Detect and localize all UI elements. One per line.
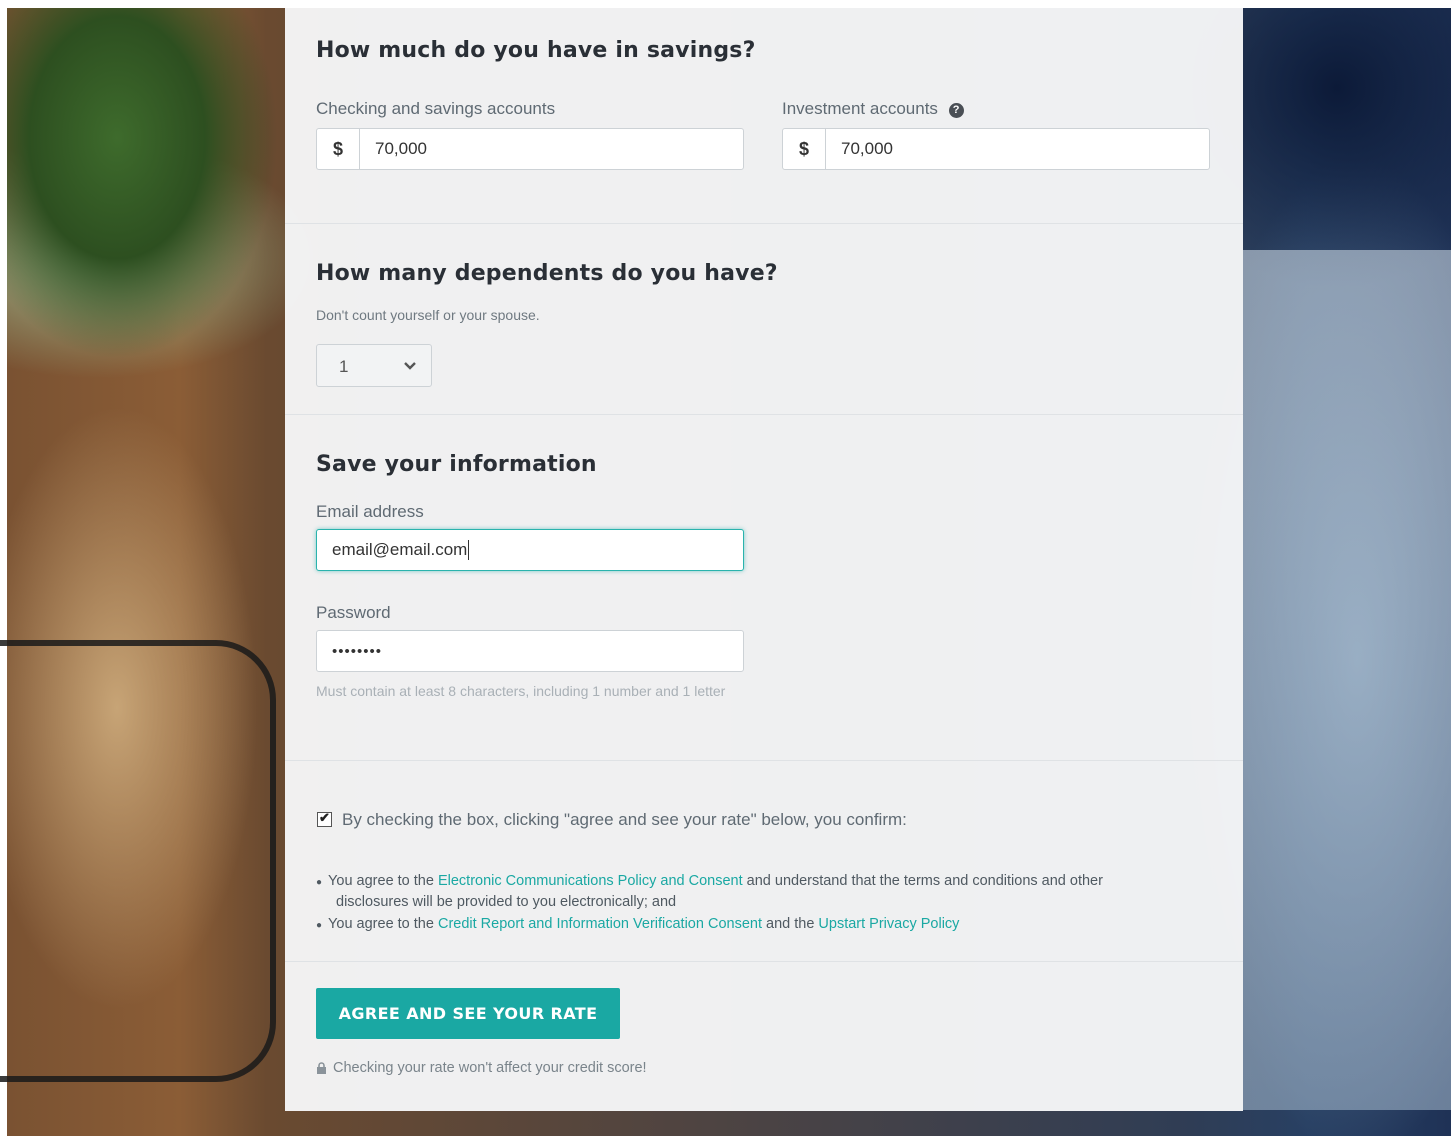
bullet-dot: ●	[316, 920, 323, 931]
email-value: email@email.com	[332, 539, 470, 561]
privacy-policy-link[interactable]: Upstart Privacy Policy	[818, 916, 959, 932]
credit-report-consent-link[interactable]: Credit Report and Information Verificati…	[438, 916, 762, 932]
consent-bullet-1: ● You agree to the Electronic Communicati…	[316, 873, 1103, 889]
investment-value: 70,000	[841, 139, 893, 158]
investment-label: Investment accounts	[782, 99, 938, 118]
dependents-heading: How many dependents do you have?	[316, 261, 778, 286]
background-document	[1243, 250, 1451, 1110]
dependents-hint: Don't count yourself or your spouse.	[316, 307, 540, 323]
consent-checkbox[interactable]: ✔	[317, 810, 332, 827]
lock-icon	[317, 1062, 326, 1074]
dependents-selected-value: 1	[339, 357, 349, 376]
account-heading: Save your information	[316, 452, 597, 477]
agree-and-see-rate-button[interactable]: AGREE AND SEE YOUR RATE	[316, 988, 620, 1039]
password-field[interactable]: ••••••••	[316, 630, 744, 672]
credit-score-note: Checking your rate won't affect your cre…	[316, 1060, 647, 1076]
password-value: ••••••••	[332, 642, 383, 660]
dollar-prefix: $	[783, 129, 826, 169]
email-field[interactable]: email@email.com	[316, 529, 744, 571]
dollar-prefix: $	[317, 129, 360, 169]
savings-heading: How much do you have in savings?	[316, 38, 756, 63]
account-section: Save your information Email address emai…	[285, 414, 1243, 761]
background-glasses	[0, 640, 276, 1082]
help-icon[interactable]: ?	[948, 103, 964, 118]
dependents-select[interactable]: 1	[316, 344, 432, 387]
investment-input[interactable]: $ 70,000	[782, 128, 1210, 170]
investment-label-row: Investment accounts ?	[782, 99, 964, 119]
electronic-communications-link[interactable]: Electronic Communications Policy and Con…	[438, 873, 743, 889]
checking-input[interactable]: $ 70,000	[316, 128, 744, 170]
checking-label: Checking and savings accounts	[316, 99, 556, 118]
checkmark-icon: ✔	[319, 810, 330, 825]
savings-section: How much do you have in savings? Checkin…	[285, 8, 1243, 224]
password-label: Password	[316, 603, 391, 622]
form-panel: How much do you have in savings? Checkin…	[285, 8, 1243, 1111]
text-caret	[468, 540, 470, 561]
chevron-down-icon	[404, 362, 416, 370]
credit-score-note-text: Checking your rate won't affect your cre…	[333, 1060, 647, 1076]
bullet-dot: ●	[316, 877, 323, 888]
password-hint: Must contain at least 8 characters, incl…	[316, 683, 726, 699]
consent-label: By checking the box, clicking "agree and…	[342, 810, 907, 829]
consent-bullet-2: ● You agree to the Credit Report and Info…	[316, 916, 960, 932]
checking-value: 70,000	[375, 139, 427, 158]
consent-bullet-1-line2: disclosures will be provided to you elec…	[336, 894, 677, 910]
email-label: Email address	[316, 502, 424, 521]
